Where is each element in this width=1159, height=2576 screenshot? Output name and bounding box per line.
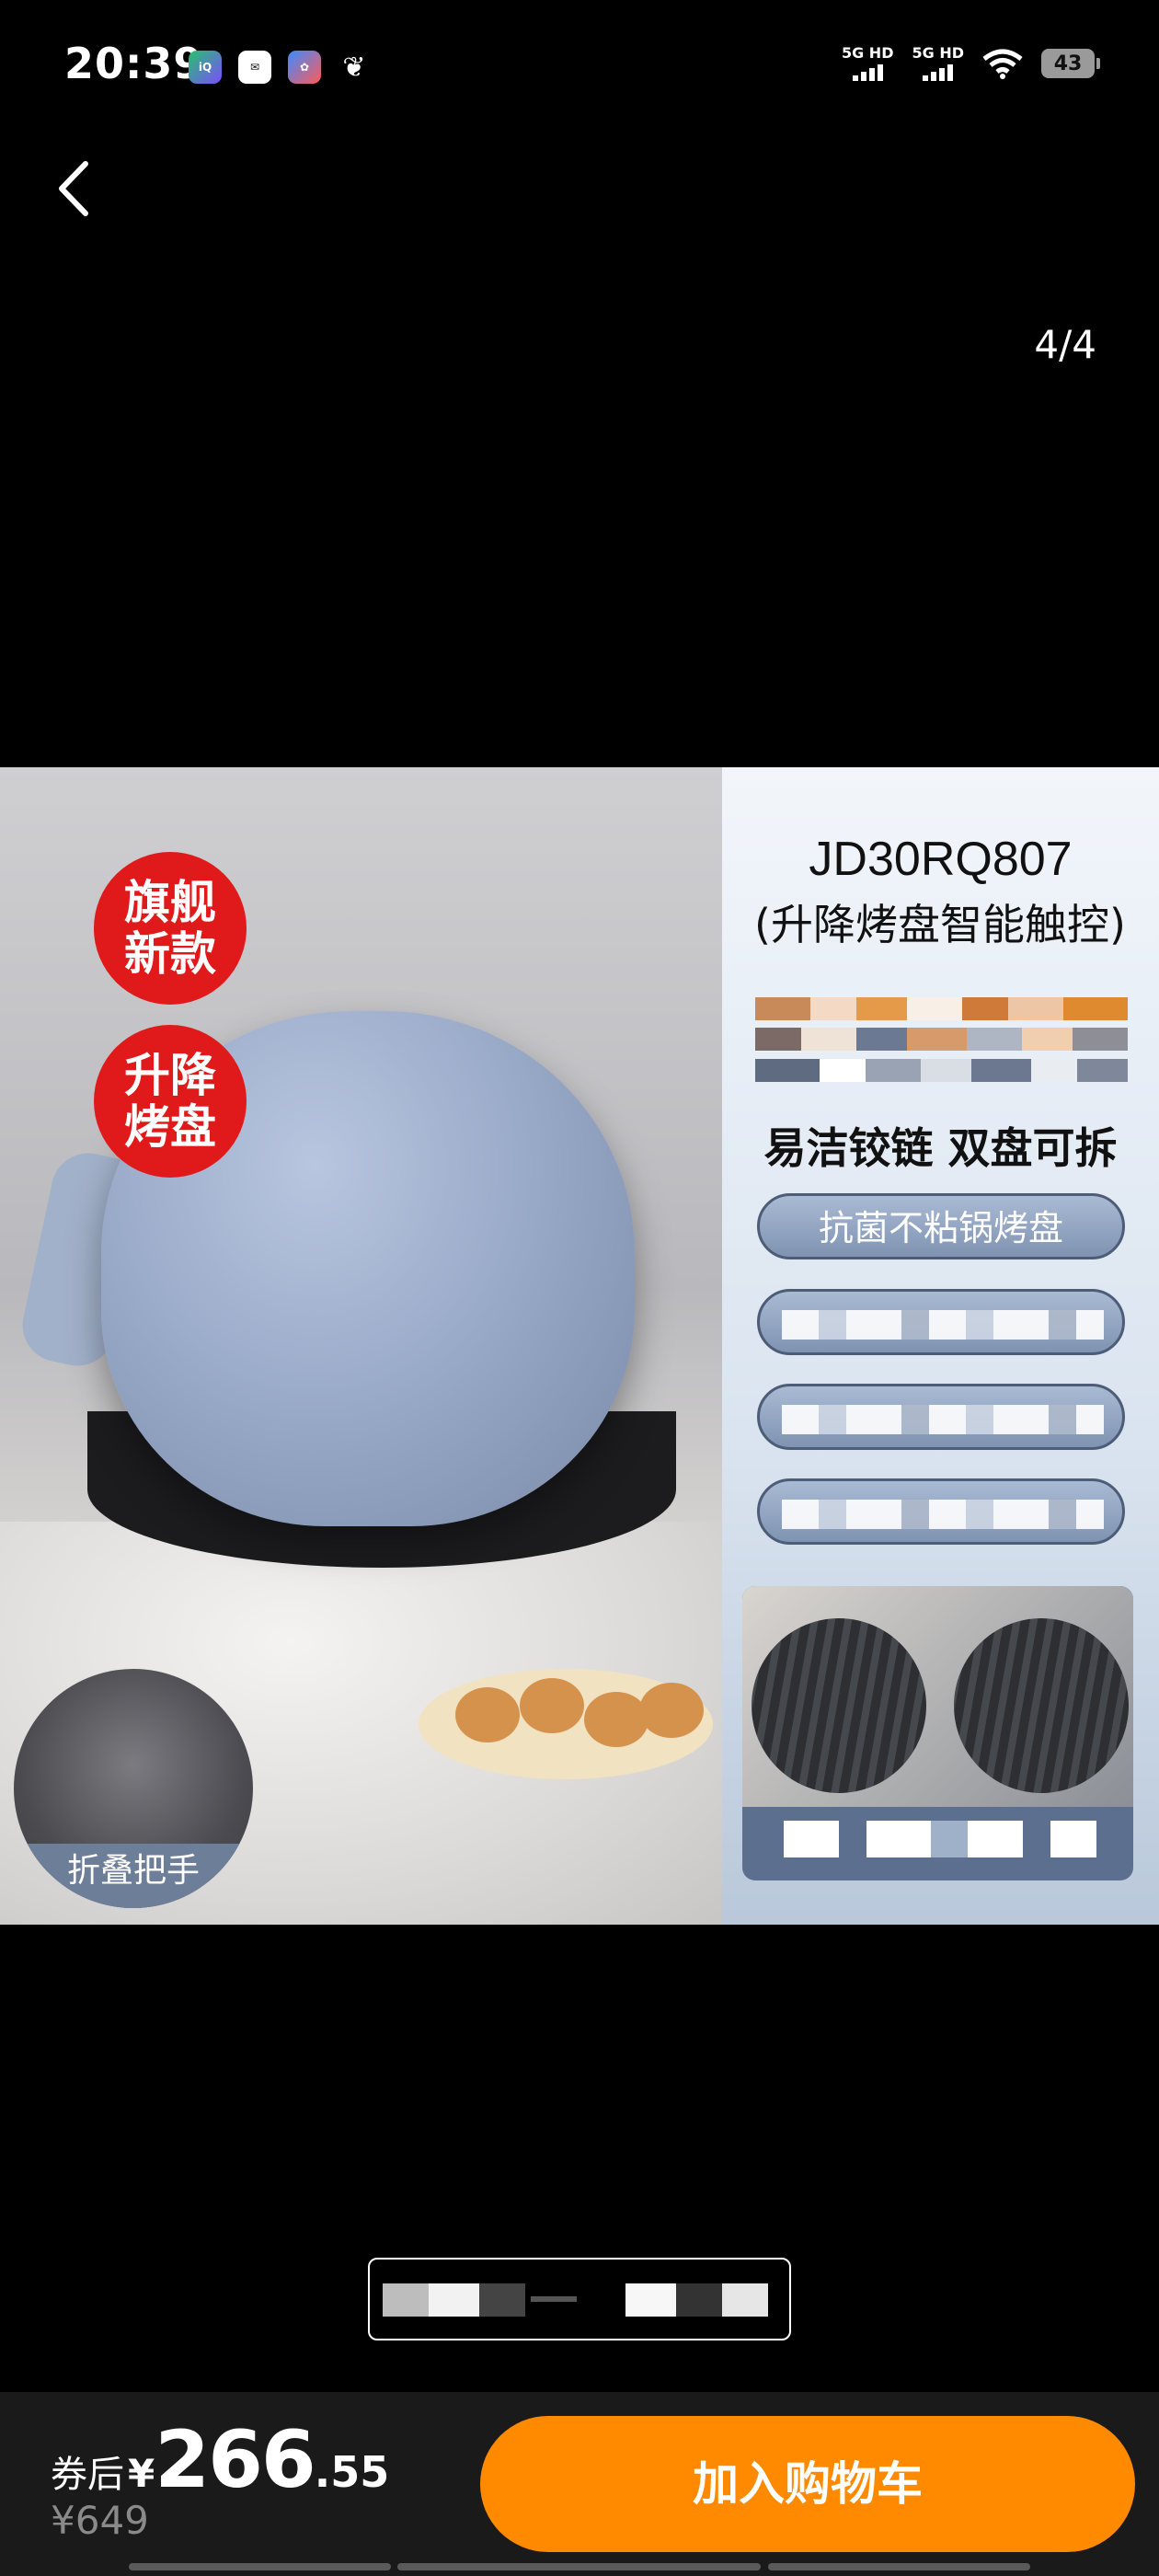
coupon-price: 券后 ¥ 266 .55	[51, 2414, 389, 2506]
food-plate	[419, 1669, 713, 1779]
network-label-2: 5G HD	[912, 44, 964, 62]
grill-plate	[954, 1618, 1129, 1793]
lift-plate-badge: 升降 烤盘	[94, 1025, 247, 1178]
product-scene: 旗舰 新款 升降 烤盘 折叠把手	[0, 767, 722, 1925]
signal-1: 5G HD	[841, 44, 894, 81]
model-subtitle: (升降烤盘智能触控)	[754, 900, 1126, 949]
grill-plate	[752, 1618, 926, 1793]
iqiyi-app-icon: iQ	[189, 51, 222, 84]
badge-line-2: 新款	[124, 927, 216, 981]
gesture-indicator	[397, 2563, 761, 2570]
notification-icons: iQ ✉ ✿ ❦	[189, 51, 371, 84]
fold-label: 折叠把手	[14, 1844, 253, 1908]
status-time: 20:39	[64, 39, 204, 88]
image-counter: 4/4	[1034, 322, 1096, 367]
status-bar: 20:39 iQ ✉ ✿ ❦ 5G HD 5G HD 43	[0, 0, 1159, 138]
original-price: ¥649	[51, 2498, 149, 2543]
price-integer: 266	[155, 2414, 316, 2506]
add-to-cart-button[interactable]: 加入购物车	[480, 2416, 1135, 2552]
pixelated-text	[755, 997, 1128, 1089]
signal-2: 5G HD	[912, 46, 964, 81]
product-image[interactable]: 旗舰 新款 升降 烤盘 折叠把手 JD30RQ807 (升降烤盘智能触控) 易洁…	[0, 767, 1159, 1925]
signal-bars-icon	[912, 63, 964, 81]
system-status: 5G HD 5G HD 43	[841, 44, 1100, 81]
feature-pill-blurred	[757, 1384, 1125, 1450]
folding-handle-inset: 折叠把手	[14, 1669, 253, 1908]
price-decimal: .55	[314, 2447, 390, 2497]
price-prefix: 券后	[51, 2454, 124, 2496]
wifi-icon	[982, 49, 1023, 79]
battery-icon: 43	[1041, 49, 1100, 78]
feature-pill-blurred	[757, 1478, 1125, 1545]
mail-app-icon: ✉	[238, 51, 271, 84]
pixelated-caption	[784, 1821, 1096, 1857]
flagship-badge: 旗舰 新款	[94, 852, 247, 1005]
currency-symbol: ¥	[128, 2451, 155, 2496]
badge-line-1: 升降	[124, 1049, 216, 1102]
photo-app-icon: ✿	[288, 51, 321, 84]
model-number: JD30RQ807	[809, 833, 1073, 886]
signal-bars-icon	[842, 63, 894, 81]
gesture-indicator	[129, 2563, 391, 2570]
network-label-1: 5G HD	[841, 44, 894, 62]
spec-panel: JD30RQ807 (升降烤盘智能触控) 易洁铰链 双盘可拆 抗菌不粘锅烤盘	[722, 767, 1159, 1925]
wechat-icon: ❦	[342, 51, 366, 84]
feature-pill-antibacterial: 抗菌不粘锅烤盘	[757, 1193, 1125, 1259]
thumbnail-strip[interactable]	[368, 2258, 791, 2340]
detachable-plate-photo	[742, 1586, 1133, 1880]
gesture-indicator	[768, 2563, 1030, 2570]
back-arrow-icon[interactable]	[51, 156, 97, 221]
feature-text: 易洁铰链 双盘可拆	[763, 1123, 1118, 1173]
badge-line-2: 烤盘	[124, 1100, 216, 1154]
bottom-bar: 券后 ¥ 266 .55 ¥649 加入购物车	[0, 2392, 1159, 2576]
badge-line-1: 旗舰	[124, 876, 216, 929]
feature-pill-blurred	[757, 1289, 1125, 1355]
